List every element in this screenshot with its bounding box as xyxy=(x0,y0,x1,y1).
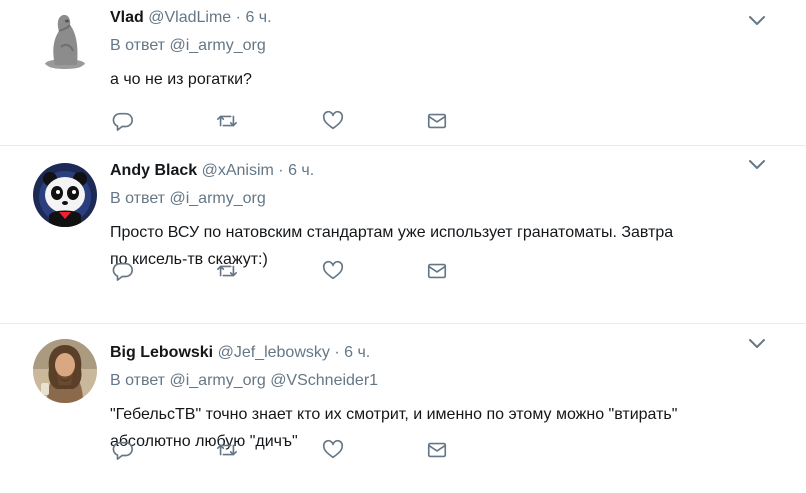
direct-message-icon[interactable] xyxy=(426,260,450,284)
display-name[interactable]: Big Lebowski xyxy=(110,344,213,361)
chevron-down-icon[interactable] xyxy=(748,158,766,170)
tweet-content: Big Lebowski @Jef_lebowsky · 6 ч. В отве… xyxy=(110,341,776,455)
user-handle[interactable]: @xAnisim xyxy=(202,162,274,179)
tweet-content: Vlad @VladLime · 6 ч. В ответ @i_army_or… xyxy=(110,6,776,93)
reply-icon[interactable] xyxy=(112,110,136,134)
tweet-text-line: "ГебельсТВ" точно знает кто их смотрит, … xyxy=(110,406,678,423)
reply-icon[interactable] xyxy=(112,260,136,284)
timestamp[interactable]: 6 ч. xyxy=(245,9,271,26)
tweet: Andy Black @xAnisim · 6 ч. В ответ @i_ar… xyxy=(0,146,806,324)
user-handle[interactable]: @Jef_lebowsky xyxy=(218,344,330,361)
reply-icon[interactable] xyxy=(112,439,136,463)
reply-context: В ответ @i_army_org xyxy=(110,35,776,57)
tweet: Vlad @VladLime · 6 ч. В ответ @i_army_or… xyxy=(0,0,806,146)
separator-dot: · xyxy=(278,162,284,179)
separator-dot: · xyxy=(235,9,241,26)
timestamp[interactable]: 6 ч. xyxy=(288,162,314,179)
tweet-text-line: Просто ВСУ по натовским стандартам уже и… xyxy=(110,224,674,241)
reply-label: В ответ xyxy=(110,190,166,207)
tweet-content: Andy Black @xAnisim · 6 ч. В ответ @i_ar… xyxy=(110,159,776,273)
separator-dot: · xyxy=(334,344,340,361)
tweet-header: Vlad @VladLime · 6 ч. xyxy=(110,6,776,30)
retweet-icon[interactable] xyxy=(216,110,240,134)
avatar[interactable] xyxy=(33,7,97,71)
reply-mentions[interactable]: @i_army_org @VSchneider1 xyxy=(169,372,378,389)
reply-label: В ответ xyxy=(110,37,166,54)
tweet-header: Big Lebowski @Jef_lebowsky · 6 ч. xyxy=(110,341,776,365)
direct-message-icon[interactable] xyxy=(426,439,450,463)
avatar[interactable] xyxy=(33,163,97,227)
user-handle[interactable]: @VladLime xyxy=(148,9,231,26)
reply-mentions[interactable]: @i_army_org xyxy=(169,37,265,54)
like-icon[interactable] xyxy=(322,260,346,284)
reply-label: В ответ xyxy=(110,372,166,389)
retweet-icon[interactable] xyxy=(216,439,240,463)
avatar[interactable] xyxy=(33,339,97,403)
reply-context: В ответ @i_army_org xyxy=(110,188,776,210)
display-name[interactable]: Andy Black xyxy=(110,162,197,179)
tweet-text-line: а чо не из рогатки? xyxy=(110,71,252,88)
reply-context: В ответ @i_army_org @VSchneider1 xyxy=(110,370,776,392)
direct-message-icon[interactable] xyxy=(426,110,450,134)
tweet: Big Lebowski @Jef_lebowsky · 6 ч. В отве… xyxy=(0,324,806,493)
chevron-down-icon[interactable] xyxy=(748,337,766,349)
tweet-header: Andy Black @xAnisim · 6 ч. xyxy=(110,159,776,183)
timestamp[interactable]: 6 ч. xyxy=(344,344,370,361)
like-icon[interactable] xyxy=(322,439,346,463)
like-icon[interactable] xyxy=(322,110,346,134)
display-name[interactable]: Vlad xyxy=(110,9,144,26)
tweet-text: а чо не из рогатки? xyxy=(110,66,776,93)
chevron-down-icon[interactable] xyxy=(748,14,766,26)
reply-mentions[interactable]: @i_army_org xyxy=(169,190,265,207)
retweet-icon[interactable] xyxy=(216,260,240,284)
